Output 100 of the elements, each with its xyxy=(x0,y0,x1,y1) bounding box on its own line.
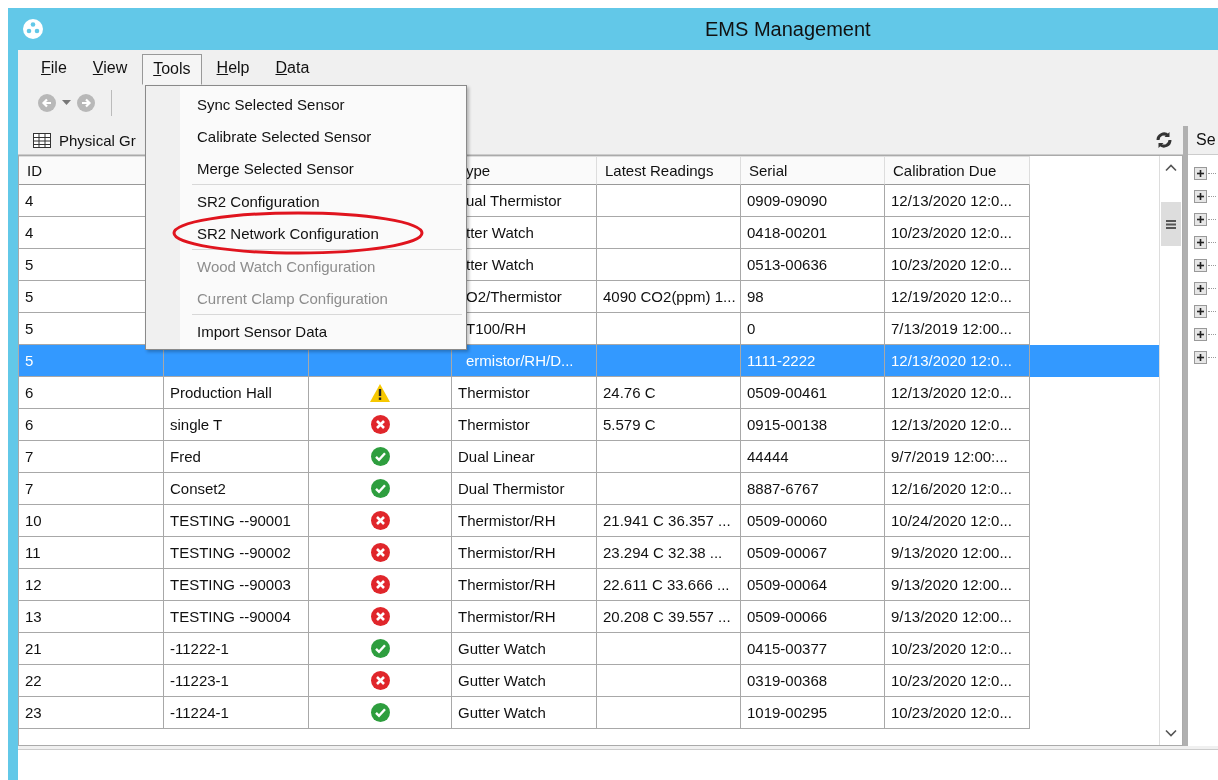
table-cell: 23 xyxy=(25,704,42,721)
table-row[interactable]: 22 -11223-1 Gutter Watch 0319-00368 10/23/2020 12:0... xyxy=(19,665,1159,697)
panel-title: Physical Gr xyxy=(59,131,136,149)
table-cell: 5 xyxy=(25,352,34,369)
table-cell: 22 xyxy=(25,672,42,689)
table-cell: 5 xyxy=(25,288,34,305)
table-cell: single T xyxy=(170,416,223,433)
table-row[interactable]: 12 TESTING --90003 Thermistor/RH 22.611 C 33.666 ... 0509-00064 9/13/2020 12:00... xyxy=(19,569,1159,601)
table-cell: Thermistor xyxy=(458,416,530,433)
column-header[interactable]: Calibration Due xyxy=(885,156,1030,185)
tree-expander-icon[interactable] xyxy=(1194,351,1207,364)
table-cell: TESTING --90001 xyxy=(170,512,291,529)
column-header[interactable]: Latest Readings xyxy=(597,156,741,185)
table-cell: Thermistor/RH xyxy=(458,512,556,529)
table-row[interactable]: 13 TESTING --90004 Thermistor/RH 20.208 C 39.557 ... 0509-00066 9/13/2020 12:00... xyxy=(19,601,1159,633)
table-cell: Gutter Watch xyxy=(458,640,546,657)
table-cell: 0909-09090 xyxy=(747,192,828,209)
table-cell: 8887-6767 xyxy=(747,480,819,497)
menu-item[interactable]: File xyxy=(30,52,78,82)
table-cell: 7 xyxy=(25,448,34,465)
table-cell: 7/13/2019 12:00... xyxy=(891,320,1012,337)
table-cell: 12 xyxy=(25,576,42,593)
tree-expander-icon[interactable] xyxy=(1194,190,1207,203)
table-row[interactable]: 7 Conset2 Dual Thermistor 8887-6767 12/16/2020 12:0... xyxy=(19,473,1159,505)
table-cell: T100/RH xyxy=(466,320,527,337)
table-cell: 21.941 C 36.357 ... xyxy=(603,512,731,529)
table-cell: 10 xyxy=(25,512,42,529)
table-cell: Thermistor/RH xyxy=(458,608,556,625)
table-cell: 22.611 C 33.666 ... xyxy=(603,576,730,593)
error-icon xyxy=(370,511,390,530)
table-cell: 12/13/2020 12:0... xyxy=(891,352,1012,369)
table-cell: 5 xyxy=(25,256,34,273)
menu-item[interactable]: Data xyxy=(264,52,321,82)
table-cell: TESTING --90003 xyxy=(170,576,291,593)
tree-expander-icon[interactable] xyxy=(1194,236,1207,249)
table-cell: 0509-00064 xyxy=(747,576,828,593)
menu-item[interactable]: Calibrate Selected Sensor xyxy=(146,120,466,152)
menu-item[interactable]: Tools xyxy=(142,53,202,85)
table-cell: 6 xyxy=(25,384,34,401)
scrollbar[interactable] xyxy=(1159,156,1182,745)
table-cell: 0415-00377 xyxy=(747,640,828,657)
menu-item[interactable]: SR2 Network Configuration xyxy=(146,217,466,249)
table-cell: -11224-1 xyxy=(170,704,229,721)
check-circle-icon xyxy=(370,703,390,722)
tree-expander-icon[interactable] xyxy=(1194,213,1207,226)
table-cell: 10/23/2020 12:0... xyxy=(891,224,1012,241)
table-cell: TESTING --90004 xyxy=(170,608,291,625)
table-cell: 12/13/2020 12:0... xyxy=(891,192,1012,209)
error-icon xyxy=(370,543,390,562)
table-cell: Dual Thermistor xyxy=(458,480,565,497)
table-cell: 24.76 C xyxy=(603,384,656,401)
table-cell: TESTING --90002 xyxy=(170,544,291,561)
table-cell: 6 xyxy=(25,416,34,433)
table-cell: 0509-00066 xyxy=(747,608,828,625)
table-cell: 23.294 C 32.38 ... xyxy=(603,544,723,561)
table-cell: 12/13/2020 12:0... xyxy=(891,384,1012,401)
app-logo-icon xyxy=(22,18,44,40)
table-cell: 9/13/2020 12:00... xyxy=(891,608,1012,625)
table-row[interactable]: 21 -11222-1 Gutter Watch 0415-00377 10/23/2020 12:0... xyxy=(19,633,1159,665)
tree-expander-icon[interactable] xyxy=(1194,305,1207,318)
tree-expander-icon[interactable] xyxy=(1194,259,1207,272)
table-cell: ual Thermistor xyxy=(466,192,562,209)
table-row[interactable]: 10 TESTING --90001 Thermistor/RH 21.941 C 36.357 ... 0509-00060 10/24/2020 12:0... xyxy=(19,505,1159,537)
table-cell: 0509-00067 xyxy=(747,544,828,561)
refresh-icon[interactable] xyxy=(1155,131,1173,149)
check-circle-icon xyxy=(370,639,390,658)
table-cell: 4090 CO2(ppm) 1... xyxy=(603,288,736,305)
table-row[interactable]: 11 TESTING --90002 Thermistor/RH 23.294 C 32.38 ... 0509-00067 9/13/2020 12:00... xyxy=(19,537,1159,569)
table-cell: Production Hall xyxy=(170,384,272,401)
table-row[interactable]: 6 single T Thermistor 5.579 C 0915-00138 12/13/2020 12:0... xyxy=(19,409,1159,441)
table-row[interactable]: 23 -11224-1 Gutter Watch 1019-00295 10/23/2020 12:0... xyxy=(19,697,1159,729)
table-cell: 10/23/2020 12:0... xyxy=(891,704,1012,721)
menu-item[interactable]: View xyxy=(81,52,139,82)
menu-item[interactable]: SR2 Configuration xyxy=(146,185,466,217)
table-cell: 21 xyxy=(25,640,42,657)
tree-expander-icon[interactable] xyxy=(1194,167,1207,180)
table-cell: Gutter Watch xyxy=(458,672,546,689)
menu-item[interactable]: Sync Selected Sensor xyxy=(146,88,466,120)
error-icon xyxy=(370,671,390,690)
table-cell: 0 xyxy=(747,320,756,337)
table-cell: tter Watch xyxy=(466,256,534,273)
table-cell: 1019-00295 xyxy=(747,704,828,721)
table-cell: 20.208 C 39.557 ... xyxy=(603,608,731,625)
menu-item[interactable]: Import Sensor Data xyxy=(146,315,466,347)
table-row[interactable]: 7 Fred Dual Linear 44444 9/7/2019 12:00:... xyxy=(19,441,1159,473)
grid-icon xyxy=(33,132,51,148)
table-cell: 0509-00060 xyxy=(747,512,828,529)
caret-icon[interactable] xyxy=(62,100,71,106)
column-header[interactable]: Serial xyxy=(741,156,885,185)
table-cell: Thermistor/RH xyxy=(458,544,556,561)
menu-item[interactable]: Help xyxy=(205,52,261,82)
table-cell: 5 xyxy=(25,320,34,337)
tree-expander-icon[interactable] xyxy=(1194,282,1207,295)
table-row[interactable]: 6 Production Hall Thermistor 24.76 C 0509-00461 12/13/2020 12:0... xyxy=(19,377,1159,409)
scrollbar-thumb[interactable] xyxy=(1161,202,1181,246)
table-cell: 0418-00201 xyxy=(747,224,828,241)
window-title: EMS Management xyxy=(705,17,871,41)
table-cell: 4 xyxy=(25,192,34,209)
tree-expander-icon[interactable] xyxy=(1194,328,1207,341)
table-cell: 12/16/2020 12:0... xyxy=(891,480,1012,497)
